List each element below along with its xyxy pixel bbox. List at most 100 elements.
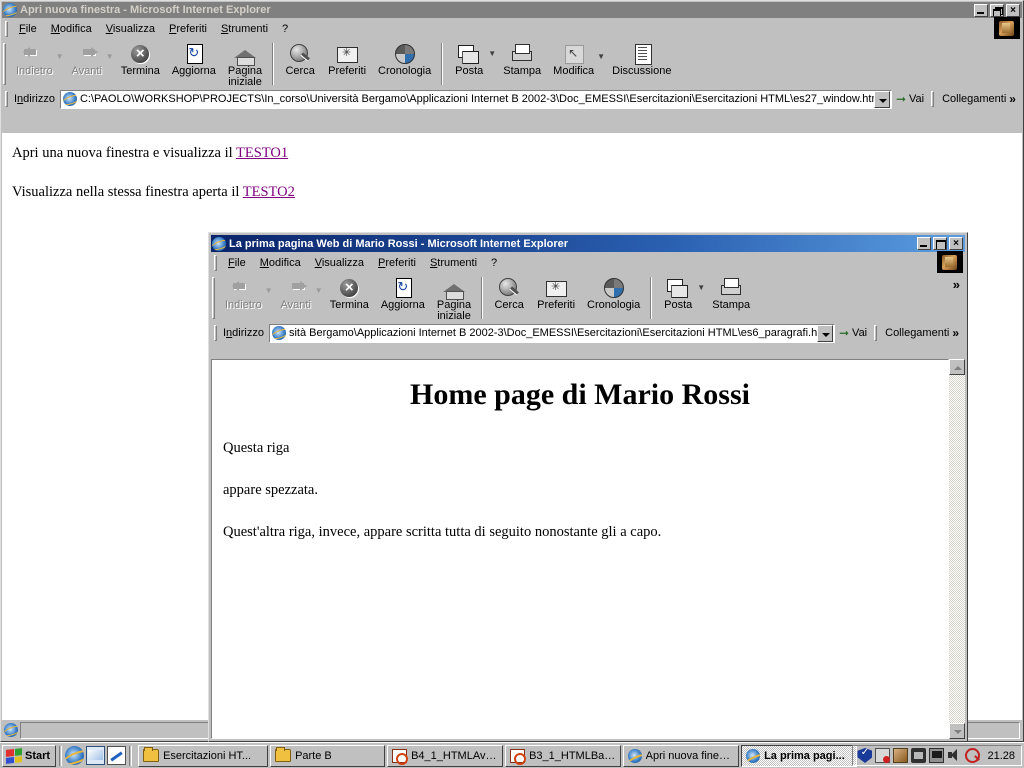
toolbar-print-button[interactable]: Stampa: [497, 41, 547, 78]
menubar-gripper[interactable]: [5, 21, 8, 37]
toolbar-print-button[interactable]: Stampa: [706, 275, 756, 312]
toolbar-home-button[interactable]: Pagina iniziale: [222, 41, 268, 89]
menu-strumenti[interactable]: Strumenti: [423, 255, 484, 271]
paragraph-2-text: Visualizza nella stessa finestra aperta …: [12, 184, 243, 200]
link-testo1[interactable]: TESTO1: [236, 145, 288, 161]
mail-dropdown-icon[interactable]: ▼: [697, 283, 706, 292]
toolbar-favorites-button[interactable]: Preferiti: [322, 41, 372, 78]
menu-modifica[interactable]: Modifica: [253, 255, 308, 271]
vertical-scrollbar[interactable]: [949, 359, 965, 739]
menu-preferiti[interactable]: Preferiti: [371, 255, 423, 271]
antivirus-shield-icon[interactable]: [857, 748, 873, 763]
menu-modifica[interactable]: Modifica: [44, 21, 99, 37]
minimize-button[interactable]: [974, 3, 988, 17]
toolbar-overflow-chevron-icon[interactable]: »: [953, 275, 965, 292]
toolbar-stop-button[interactable]: Termina: [115, 41, 166, 78]
toolbar-separator-2: [650, 277, 653, 319]
scroll-down-arrow-icon[interactable]: [949, 723, 965, 739]
note-icon[interactable]: [107, 746, 127, 765]
toolbar-gripper[interactable]: [212, 277, 215, 319]
power-plug-icon[interactable]: [893, 748, 909, 763]
restore-button[interactable]: [990, 3, 1004, 17]
link-testo2[interactable]: TESTO2: [243, 184, 295, 200]
ie-brand-animation: [937, 251, 963, 275]
address-dropdown-button[interactable]: [873, 90, 890, 108]
toolbar-favorites-button[interactable]: Preferiti: [531, 275, 581, 312]
menu-strumenti[interactable]: Strumenti: [214, 21, 275, 37]
toolbar-search-button[interactable]: Cerca: [487, 275, 531, 312]
menu-visualizza[interactable]: Visualizza: [99, 21, 162, 37]
links-gripper[interactable]: [931, 91, 935, 107]
ie-icon[interactable]: [65, 746, 85, 765]
toolbar-forward-button[interactable]: Avanti: [274, 275, 318, 312]
links-button[interactable]: Collegamenti »: [881, 326, 963, 340]
addressbar-gripper[interactable]: [214, 325, 217, 341]
volume-icon[interactable]: [947, 748, 962, 763]
toolbar-stop-button[interactable]: Termina: [324, 275, 375, 312]
address-dropdown-button[interactable]: [816, 324, 833, 342]
mail-icon[interactable]: [86, 746, 106, 765]
toolbar-refresh-button[interactable]: Aggiorna: [375, 275, 431, 312]
scheduler-icon[interactable]: [875, 748, 891, 763]
toolbar-discussion-button[interactable]: Discussione: [606, 41, 677, 78]
mail-dropdown-icon[interactable]: ▼: [488, 49, 497, 58]
toolbar-search-button[interactable]: Cerca: [278, 41, 322, 78]
task-button-b3-1-htmlbas[interactable]: B3_1_HTMLBas...: [505, 744, 622, 767]
toolbar-history-button[interactable]: Cronologia: [372, 41, 437, 78]
disk-icon[interactable]: [911, 748, 927, 763]
links-button[interactable]: Collegamenti »: [938, 92, 1020, 106]
menu-file[interactable]: File: [12, 21, 44, 37]
scroll-up-arrow-icon[interactable]: [949, 359, 965, 375]
menu-help[interactable]: ?: [484, 255, 504, 271]
inner-toolbar: Indietro ▼ Avanti ▼ Termina Aggiorna Pag…: [211, 273, 965, 322]
links-gripper[interactable]: [874, 325, 878, 341]
menubar-gripper[interactable]: [214, 255, 217, 271]
toolbar-gripper[interactable]: [3, 43, 6, 85]
go-button[interactable]: ➞ Vai: [892, 92, 930, 106]
menu-visualizza[interactable]: Visualizza: [308, 255, 371, 271]
edit-dropdown-icon[interactable]: ▼: [597, 52, 606, 61]
close-button[interactable]: ×: [949, 237, 963, 250]
task-button-parte-b[interactable]: Parte B: [270, 744, 386, 767]
task-button-apri-nuova-finestra[interactable]: Apri nuova finest...: [623, 744, 740, 767]
toolbar-mail-button[interactable]: Posta: [447, 41, 491, 78]
menu-help[interactable]: ?: [275, 21, 295, 37]
task-button-list: Esercitazioni HT... Parte B B4_1_HTMLAva…: [135, 744, 858, 767]
powerpoint-icon: [510, 748, 527, 765]
toolbar-edit-button[interactable]: Modifica: [547, 41, 600, 78]
back-dropdown-icon[interactable]: ▼: [56, 52, 65, 61]
task-button-esercitazioni[interactable]: Esercitazioni HT...: [138, 744, 269, 767]
address-input[interactable]: C:\PAOLO\WORKSHOP\PROJECTS\In_corso\Univ…: [59, 89, 892, 109]
scrollbar-track[interactable]: [949, 375, 965, 723]
toolbar-back-button[interactable]: Indietro: [10, 41, 59, 78]
close-button[interactable]: ×: [1006, 3, 1020, 17]
toolbar-mail-button[interactable]: Posta: [656, 275, 700, 312]
toolbar-history-button[interactable]: Cronologia: [581, 275, 646, 312]
chevron-right-icon[interactable]: »: [1009, 92, 1016, 106]
toolbar-home-button[interactable]: Pagina iniziale: [431, 275, 477, 323]
find-fast-icon[interactable]: [965, 748, 981, 763]
refresh-icon: [391, 277, 415, 299]
go-button[interactable]: ➞ Vai: [835, 326, 873, 340]
menu-preferiti[interactable]: Preferiti: [162, 21, 214, 37]
start-button[interactable]: Start: [2, 744, 57, 767]
taskbar-clock[interactable]: 21.28: [983, 750, 1017, 762]
toolbar-refresh-button[interactable]: Aggiorna: [166, 41, 222, 78]
forward-dropdown-icon[interactable]: ▼: [315, 286, 324, 295]
menu-file[interactable]: File: [221, 255, 253, 271]
chevron-right-icon[interactable]: »: [952, 326, 959, 340]
addressbar-gripper[interactable]: [5, 91, 8, 107]
task-button-b4-1-htmlava[interactable]: B4_1_HTMLAva...: [387, 744, 504, 767]
inner-titlebar[interactable]: La prima pagina Web di Mario Rossi - Mic…: [211, 235, 965, 252]
monitor-icon[interactable]: [929, 748, 945, 763]
outer-titlebar[interactable]: Apri nuova finestra - Microsoft Internet…: [2, 2, 1022, 18]
back-dropdown-icon[interactable]: ▼: [265, 286, 274, 295]
address-input[interactable]: sità Bergamo\Applicazioni Internet B 200…: [268, 323, 835, 343]
task-button-la-prima-pagina[interactable]: La prima pagi...: [741, 744, 858, 767]
maximize-button[interactable]: [933, 237, 947, 250]
toolbar-stop-label: Termina: [120, 65, 160, 77]
toolbar-forward-button[interactable]: Avanti: [65, 41, 109, 78]
forward-dropdown-icon[interactable]: ▼: [106, 52, 115, 61]
toolbar-back-button[interactable]: Indietro: [219, 275, 268, 312]
minimize-button[interactable]: [917, 237, 931, 250]
